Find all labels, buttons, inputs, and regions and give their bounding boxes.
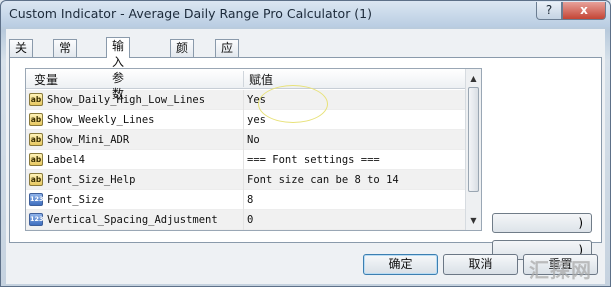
parameter-value[interactable]: yes	[247, 114, 266, 126]
dialog-content: 关于 常用 输入参数 颜色 应用范围 变量 赋值 ab Show_Daily_H…	[6, 29, 605, 284]
parameter-value[interactable]: 0	[247, 214, 253, 226]
table-row[interactable]: 123 Vertical_Spacing_Adjustment 0	[26, 210, 466, 230]
vertical-scrollbar[interactable]: ▲ ▼	[465, 69, 481, 230]
parameter-value[interactable]: === Font settings ===	[247, 154, 380, 166]
string-type-icon: ab	[29, 133, 43, 146]
cancel-button[interactable]: 取消	[443, 254, 518, 275]
window-title: Custom Indicator - Average Daily Range P…	[9, 6, 373, 21]
parameter-name: Show_Weekly_Lines	[47, 114, 155, 126]
column-divider	[243, 210, 244, 230]
column-divider	[243, 90, 244, 110]
string-type-icon: ab	[29, 93, 43, 106]
column-divider	[243, 190, 244, 210]
parameter-name: Show_Daily_High_Low_Lines	[47, 94, 206, 106]
string-type-icon: ab	[29, 153, 43, 166]
tab-common[interactable]: 常用	[53, 39, 78, 71]
parameter-name: Font_Size	[47, 194, 104, 206]
grid-rows: ab Show_Daily_High_Low_Lines Yes ab Show…	[26, 90, 466, 230]
column-divider	[243, 130, 244, 150]
parameter-value[interactable]: Font size can be 8 to 14	[247, 174, 399, 186]
inputs-panel: 变量 赋值 ab Show_Daily_High_Low_Lines Yes a…	[9, 57, 602, 260]
ok-button[interactable]: 确定	[363, 254, 438, 275]
parameters-grid: 变量 赋值 ab Show_Daily_High_Low_Lines Yes a…	[25, 68, 482, 231]
table-row[interactable]: ab Font_Size_Help Font size can be 8 to …	[26, 170, 466, 190]
column-divider	[243, 150, 244, 170]
indicator-dialog: Custom Indicator - Average Daily Range P…	[0, 0, 611, 287]
table-row[interactable]: ab Label4 === Font settings ===	[26, 150, 466, 170]
load-button[interactable]: )	[492, 213, 592, 233]
integer-type-icon: 123	[29, 213, 44, 226]
tab-about[interactable]: 关于	[9, 39, 34, 71]
grid-header: 变量 赋值	[26, 69, 466, 89]
parameter-value[interactable]: 8	[247, 194, 253, 206]
title-bar[interactable]: Custom Indicator - Average Daily Range P…	[1, 1, 610, 27]
scroll-down-icon[interactable]: ▼	[468, 215, 479, 226]
parameter-value[interactable]: No	[247, 134, 260, 146]
integer-type-icon: 123	[29, 193, 44, 206]
column-divider	[243, 110, 244, 130]
highlight-circle	[258, 85, 328, 123]
table-row[interactable]: ab Show_Weekly_Lines yes	[26, 110, 466, 130]
scroll-up-icon[interactable]: ▲	[468, 73, 479, 84]
table-row[interactable]: 123 Font_Size 8	[26, 190, 466, 210]
parameter-name: Font_Size_Help	[47, 174, 136, 186]
parameter-name: Label4	[47, 154, 85, 166]
value-column-header[interactable]: 赋值	[249, 71, 273, 88]
header-divider	[243, 71, 244, 87]
tab-scope[interactable]: 应用范围	[215, 39, 240, 103]
string-type-icon: ab	[29, 113, 43, 126]
table-row[interactable]: ab Show_Daily_High_Low_Lines Yes	[26, 90, 466, 110]
scrollbar-thumb[interactable]	[468, 87, 479, 192]
tab-colors[interactable]: 颜色	[170, 39, 195, 71]
tab-inputs[interactable]: 输入参数	[106, 37, 131, 101]
string-type-icon: ab	[29, 173, 43, 186]
help-button[interactable]: ?	[536, 2, 562, 20]
watermark-text: 汇探网	[529, 258, 592, 282]
table-row[interactable]: ab Show_Mini_ADR No	[26, 130, 466, 150]
column-divider	[243, 170, 244, 190]
close-button[interactable]: x	[562, 2, 606, 20]
parameter-name: Show_Mini_ADR	[47, 134, 130, 146]
variable-column-header[interactable]: 变量	[34, 71, 58, 88]
parameter-name: Vertical_Spacing_Adjustment	[47, 214, 218, 226]
